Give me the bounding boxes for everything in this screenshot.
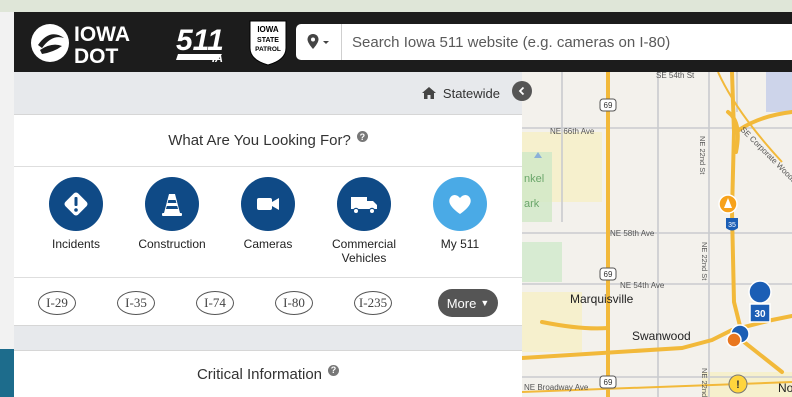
location-bar[interactable]: Statewide — [14, 72, 522, 114]
caret-down-icon: ▼ — [480, 298, 490, 308]
background-left-edge — [0, 12, 14, 397]
search-bar — [296, 24, 792, 60]
collapse-panel-button[interactable] — [512, 81, 532, 101]
route-i35-button[interactable]: I-35 — [117, 290, 155, 315]
map-label-se54: SE 54th St — [656, 72, 695, 80]
map-pin-icon — [307, 34, 329, 49]
looking-for-card: What Are You Looking For? ? Incidents Co… — [14, 114, 522, 326]
svg-text:PATROL: PATROL — [255, 46, 281, 53]
warning-diamond-icon — [49, 177, 103, 231]
map-label-no: No — [778, 381, 792, 395]
search-input[interactable] — [342, 25, 792, 59]
svg-text:IOWA: IOWA — [257, 25, 279, 34]
route-shortcuts: I-29 I-35 I-74 I-80 I-235 More ▼ — [14, 277, 522, 327]
category-label: My 511 — [440, 237, 480, 251]
camera-marker-icon[interactable] — [748, 280, 772, 304]
i30-shield: 30 — [754, 309, 766, 320]
map-label-nebroadway: NE Broadway Ave — [524, 383, 589, 392]
category-list: Incidents Construction Cameras Commercia… — [14, 177, 522, 277]
category-label: Commercial Vehicles — [331, 237, 396, 265]
map-canvas[interactable]: 69 69 69 35 30 ! SE 54th St NE 66th Ave … — [522, 72, 792, 397]
category-my-511[interactable]: My 511 — [415, 177, 505, 277]
category-commercial-vehicles[interactable]: Commercial Vehicles — [319, 177, 409, 277]
category-construction[interactable]: Construction — [127, 177, 217, 277]
statewide-label: Statewide — [442, 85, 500, 101]
app-root: IOWA DOT 511 IA IOWA STATE PATROL Search… — [0, 0, 792, 397]
more-label: More — [446, 295, 477, 311]
category-label: Construction — [138, 237, 206, 251]
route-i235-button[interactable]: I-235 — [354, 290, 392, 315]
category-cameras[interactable]: Cameras — [223, 177, 313, 277]
warning-marker-icon[interactable]: ! — [728, 374, 748, 394]
map-label-park: ark — [524, 198, 540, 210]
511-logo[interactable]: 511 IA — [174, 22, 240, 66]
site-header: IOWA DOT 511 IA IOWA STATE PATROL — [14, 12, 792, 72]
video-camera-icon — [241, 177, 295, 231]
svg-text:STATE: STATE — [257, 37, 279, 44]
svg-text:!: ! — [736, 379, 740, 391]
svg-text:IOWA: IOWA — [74, 23, 130, 46]
looking-for-title: What Are You Looking For? ? — [14, 115, 522, 167]
more-routes-button[interactable]: More ▼ — [438, 289, 498, 317]
route-i80-button[interactable]: I-80 — [275, 290, 313, 315]
help-icon[interactable]: ? — [328, 364, 340, 376]
truck-icon — [337, 177, 391, 231]
map-label-ne66: NE 66th Ave — [550, 127, 595, 136]
map-label-ne22c: NE 22nd St — [700, 368, 709, 397]
traffic-cone-icon — [145, 177, 199, 231]
svg-text:IA: IA — [212, 53, 223, 65]
route-i29-button[interactable]: I-29 — [38, 290, 76, 315]
svg-text:DOT: DOT — [74, 45, 119, 66]
background-strip — [0, 0, 792, 12]
map-label-ne22b: NE 22nd St — [700, 242, 709, 281]
chevron-left-icon — [518, 86, 525, 96]
map-label-marquisville: Marquisville — [570, 292, 634, 306]
help-icon[interactable]: ? — [356, 131, 368, 142]
category-incidents[interactable]: Incidents — [31, 177, 121, 277]
map-label-ne54: NE 54th Ave — [620, 281, 665, 290]
category-label: Cameras — [243, 237, 293, 251]
critical-info-section: Critical Information ? — [14, 350, 522, 397]
location-dropdown-button[interactable] — [296, 24, 342, 60]
map-label-ne22a: NE 22nd St — [698, 136, 707, 175]
iowa-dot-logo[interactable]: IOWA DOT — [28, 20, 168, 66]
category-label: Incidents — [51, 237, 101, 251]
traffic-map[interactable]: 69 69 69 35 30 ! SE 54th St NE 66th Ave … — [522, 72, 792, 397]
route-i74-button[interactable]: I-74 — [196, 290, 234, 315]
side-panel: Statewide What Are You Looking For? ? In… — [14, 72, 522, 397]
construction-marker-icon[interactable] — [726, 332, 742, 348]
hwy-69-shield-top: 69 — [604, 101, 613, 110]
map-label-swanwood: Swanwood — [632, 329, 691, 343]
hwy-69-shield-bottom: 69 — [604, 378, 613, 387]
i35-shield: 35 — [728, 222, 736, 229]
map-label-ne58: NE 58th Ave — [610, 229, 655, 238]
map-label-rankel: nkel — [524, 173, 544, 185]
hwy-69-shield-mid: 69 — [604, 270, 613, 279]
section-title-text: What Are You Looking For? — [168, 132, 351, 149]
state-patrol-badge[interactable]: IOWA STATE PATROL — [248, 18, 288, 66]
heart-icon — [433, 177, 487, 231]
critical-title: Critical Information — [196, 365, 323, 383]
home-icon — [421, 87, 436, 99]
incident-marker-icon[interactable] — [718, 194, 738, 214]
